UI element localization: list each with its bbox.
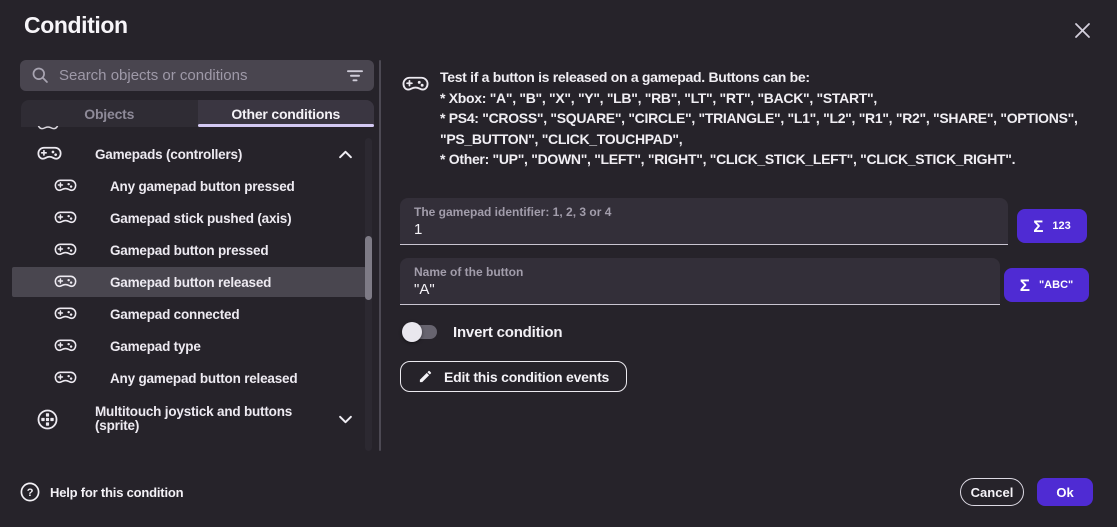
list-scrollbar-thumb[interactable] xyxy=(365,236,372,300)
gamepad-icon xyxy=(402,76,429,98)
description-line: * PS4: "CROSS", "SQUARE", "CIRCLE", "TRI… xyxy=(440,108,1100,129)
close-button[interactable] xyxy=(1066,14,1098,46)
gamepad-icon xyxy=(54,211,77,225)
list-item-label: Any gamepad button released xyxy=(110,371,297,386)
chevron-down-icon[interactable] xyxy=(338,415,353,424)
conditions-list: Gamepads (controllers) Any gamepad butto… xyxy=(12,138,366,444)
list-item-gamepad-button-released-selected[interactable]: Gamepad button released xyxy=(12,267,366,297)
multitouch-joystick-icon xyxy=(37,409,58,430)
invert-condition-row: Invert condition xyxy=(402,322,562,342)
gamepad-icon xyxy=(54,179,77,193)
list-group-label: Multitouch joystick and buttons (sprite) xyxy=(95,405,335,434)
condition-description: Test if a button is released on a gamepa… xyxy=(440,67,1100,170)
search-input[interactable] xyxy=(59,67,346,84)
gamepad-icon xyxy=(54,275,77,289)
help-link-label: Help for this condition xyxy=(50,485,183,500)
description-line: * Xbox: "A", "B", "X", "Y", "LB", "RB", … xyxy=(440,88,1100,109)
description-line: Test if a button is released on a gamepa… xyxy=(440,67,1100,88)
help-link[interactable]: ? Help for this condition xyxy=(20,482,183,502)
dialog-title: Condition xyxy=(24,12,128,39)
list-item-label: Any gamepad button pressed xyxy=(110,179,295,194)
button-name-input[interactable] xyxy=(414,281,986,298)
gamepad-identifier-label: The gamepad identifier: 1, 2, 3 or 4 xyxy=(414,205,994,219)
pencil-icon xyxy=(418,369,433,384)
list-item-gamepad-button-pressed[interactable]: Gamepad button pressed xyxy=(12,234,366,266)
search-bar xyxy=(20,60,374,91)
invert-condition-toggle[interactable] xyxy=(402,322,438,342)
list-group-label: Gamepads (controllers) xyxy=(95,147,242,162)
gamepad-icon xyxy=(54,243,77,257)
gamepad-identifier-field: The gamepad identifier: 1, 2, 3 or 4 xyxy=(400,198,1008,245)
list-item-any-gamepad-button-pressed[interactable]: Any gamepad button pressed xyxy=(12,170,366,202)
list-item-gamepad-stick-pushed[interactable]: Gamepad stick pushed (axis) xyxy=(12,202,366,234)
gamepad-icon xyxy=(54,339,77,353)
tab-objects-label: Objects xyxy=(84,106,134,122)
string-type-tag: "ABC" xyxy=(1039,279,1073,291)
list-item-label: Gamepad type xyxy=(110,339,201,354)
sigma-icon: Σ xyxy=(1020,277,1030,294)
gamepad-icon xyxy=(54,307,77,321)
list-item-gamepad-type[interactable]: Gamepad type xyxy=(12,330,366,362)
number-type-tag: 123 xyxy=(1052,220,1070,232)
tab-objects[interactable]: Objects xyxy=(21,100,198,127)
list-item-label: Gamepad connected xyxy=(110,307,239,322)
list-item-gamepad-connected[interactable]: Gamepad connected xyxy=(12,298,366,330)
list-item-label: Gamepad button released xyxy=(110,275,271,290)
button-name-label: Name of the button xyxy=(414,265,986,279)
chevron-up-icon[interactable] xyxy=(338,150,353,159)
gamepad-identifier-input[interactable] xyxy=(414,221,994,238)
close-icon xyxy=(1073,21,1092,40)
gamepad-icon xyxy=(37,146,62,162)
expression-editor-string-button[interactable]: Σ "ABC" xyxy=(1004,268,1089,302)
edit-condition-events-label: Edit this condition events xyxy=(444,369,609,385)
tab-other-conditions-label: Other conditions xyxy=(231,106,340,122)
sigma-icon: Σ xyxy=(1033,218,1043,235)
list-group-gamepads[interactable]: Gamepads (controllers) xyxy=(12,138,366,170)
list-item-label: Gamepad button pressed xyxy=(110,243,268,258)
ok-button[interactable]: Ok xyxy=(1037,478,1093,506)
cancel-button[interactable]: Cancel xyxy=(960,478,1024,506)
toggle-knob xyxy=(402,322,422,342)
search-icon xyxy=(31,66,50,85)
svg-text:?: ? xyxy=(27,487,34,499)
button-name-field: Name of the button xyxy=(400,258,1000,305)
panel-divider xyxy=(379,60,381,451)
condition-dialog: Condition Objects Other conditions xyxy=(0,0,1117,527)
list-item-label: Gamepad stick pushed (axis) xyxy=(110,211,291,226)
edit-condition-events-button[interactable]: Edit this condition events xyxy=(400,361,627,392)
description-line: "PS_BUTTON", "CLICK_TOUCHPAD", xyxy=(440,129,1100,150)
gamepad-icon xyxy=(54,371,77,385)
filter-icon[interactable] xyxy=(346,69,364,83)
expression-editor-number-button[interactable]: Σ 123 xyxy=(1017,209,1087,243)
tab-bar: Objects Other conditions xyxy=(21,100,374,127)
help-icon: ? xyxy=(20,482,40,502)
clipped-list-item-partial xyxy=(37,126,61,133)
invert-condition-label: Invert condition xyxy=(453,324,562,341)
list-item-any-gamepad-button-released[interactable]: Any gamepad button released xyxy=(12,362,366,394)
description-line: * Other: "UP", "DOWN", "LEFT", "RIGHT", … xyxy=(440,149,1100,170)
list-group-multitouch-joystick[interactable]: Multitouch joystick and buttons (sprite) xyxy=(12,394,366,444)
tab-other-conditions[interactable]: Other conditions xyxy=(198,100,375,127)
